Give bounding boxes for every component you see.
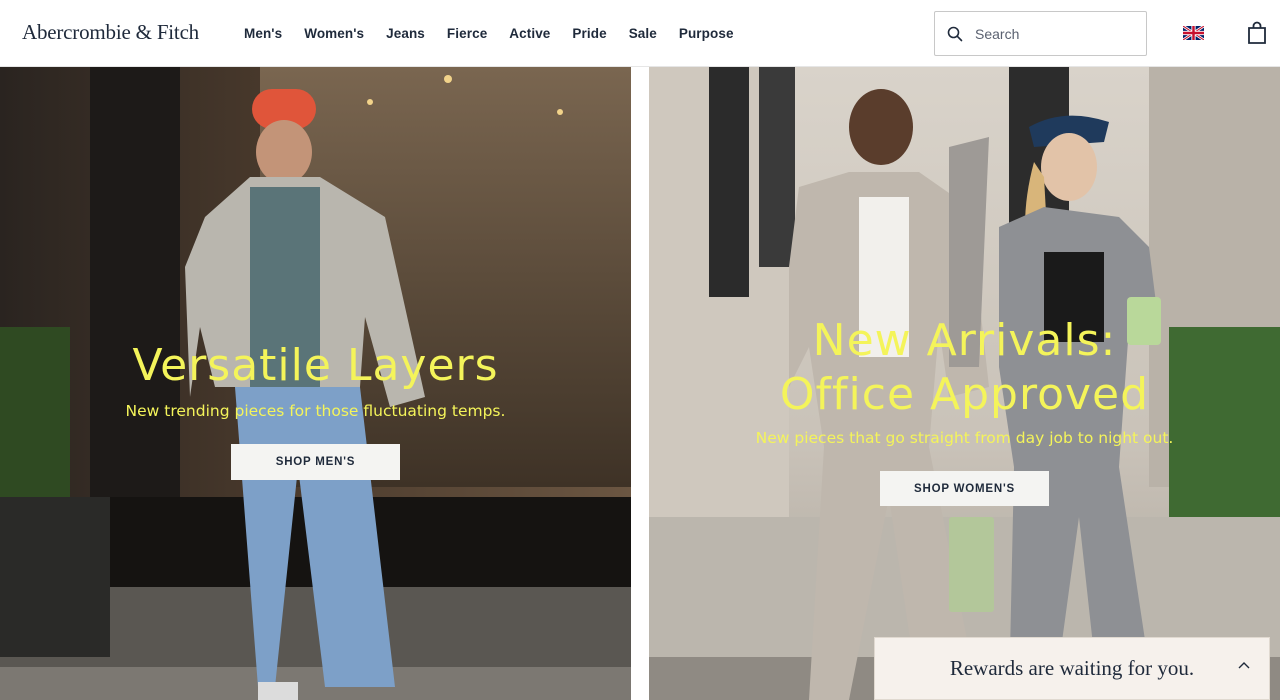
shop-mens-button[interactable]: SHOP MEN'S [231,444,400,480]
nav-item-fierce[interactable]: Fierce [447,26,487,41]
panel-divider [631,67,649,700]
site-header: Abercrombie & Fitch Men's Women's Jeans … [0,0,1280,67]
hero-womens[interactable]: New Arrivals: Office Approved New pieces… [649,67,1280,700]
brand-logo[interactable]: Abercrombie & Fitch [22,20,199,45]
nav-item-mens[interactable]: Men's [244,26,282,41]
hero-womens-title-line1: New Arrivals: [812,315,1117,366]
rewards-banner[interactable]: Rewards are waiting for you. [874,637,1270,700]
search-box[interactable] [934,11,1147,56]
hero-womens-title-line2: Office Approved [779,369,1150,420]
main-nav: Men's Women's Jeans Fierce Active Pride … [244,0,756,67]
hero-mens[interactable]: Versatile Layers New trending pieces for… [0,67,631,700]
uk-flag-icon[interactable] [1183,26,1204,40]
nav-item-pride[interactable]: Pride [572,26,606,41]
rewards-text: Rewards are waiting for you. [949,656,1195,680]
nav-item-womens[interactable]: Women's [304,26,364,41]
nav-item-jeans[interactable]: Jeans [386,26,425,41]
shop-womens-button[interactable]: SHOP WOMEN'S [880,471,1049,506]
hero-mens-title: Versatile Layers [132,340,499,391]
hero-mens-subtitle: New trending pieces for those fluctuatin… [125,402,506,420]
search-input[interactable] [975,25,1135,42]
search-icon [947,26,963,41]
chevron-up-icon[interactable] [1237,660,1251,670]
nav-item-purpose[interactable]: Purpose [679,26,734,41]
nav-item-active[interactable]: Active [509,26,550,41]
nav-item-sale[interactable]: Sale [629,26,657,41]
hero-womens-subtitle: New pieces that go straight from day job… [755,429,1174,447]
shopping-bag-icon[interactable] [1247,21,1267,45]
